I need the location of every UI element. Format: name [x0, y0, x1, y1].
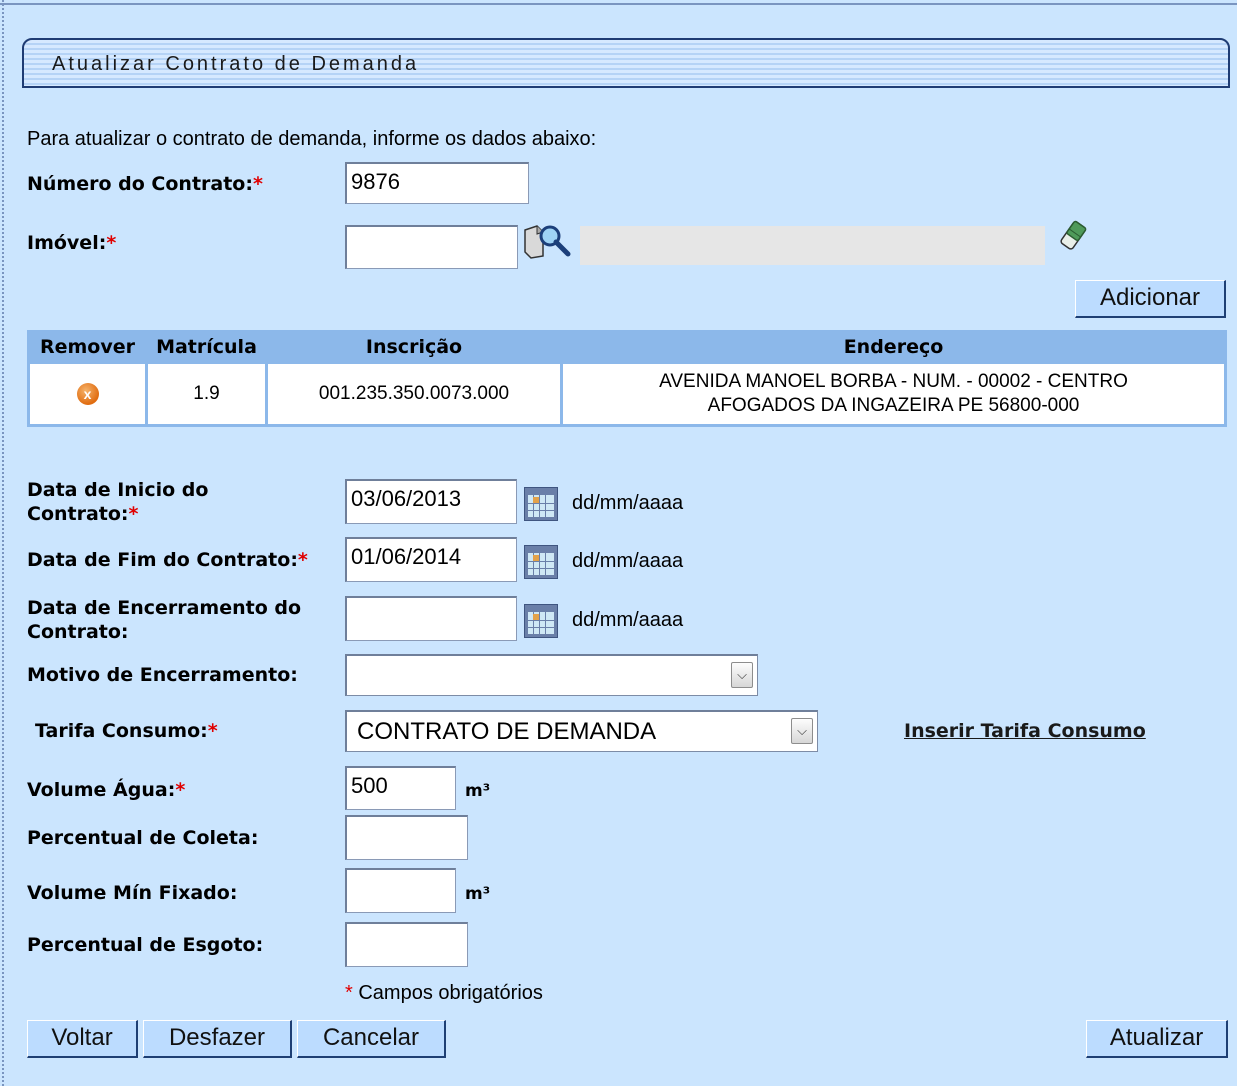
percentual-esgoto-input[interactable] [345, 922, 468, 967]
header-inscricao: Inscrição [268, 333, 560, 361]
tarifa-consumo-label: Tarifa Consumo:* [35, 720, 218, 742]
numero-contrato-label: Número do Contrato:* [27, 173, 263, 195]
motivo-encerramento-select[interactable]: ⌵ [345, 654, 758, 696]
header-matricula: Matrícula [148, 333, 265, 361]
imoveis-table: Remover Matrícula Inscrição Endereço x 1… [27, 330, 1227, 427]
percentual-coleta-input[interactable] [345, 815, 468, 860]
search-icon[interactable] [523, 222, 573, 262]
volume-agua-label: Volume Água:* [27, 779, 186, 801]
inserir-tarifa-link[interactable]: Inserir Tarifa Consumo [904, 720, 1146, 742]
remove-icon[interactable]: x [76, 383, 99, 405]
data-inicio-label: Data de Inicio do Contrato:* [27, 479, 209, 525]
percentual-esgoto-label: Percentual de Esgoto: [27, 934, 264, 956]
calendar-icon[interactable] [524, 545, 558, 579]
header-endereco: Endereço [563, 333, 1224, 361]
desfazer-button[interactable]: Desfazer [143, 1020, 292, 1058]
inscricao-cell: 001.235.350.0073.000 [268, 364, 560, 424]
data-encerramento-hint: dd/mm/aaaa [572, 609, 684, 631]
calendar-icon[interactable] [524, 604, 558, 638]
atualizar-button[interactable]: Atualizar [1086, 1020, 1228, 1058]
table-row: x 1.9 001.235.350.0073.000 AVENIDA MANOE… [30, 364, 1224, 424]
eraser-icon[interactable] [1055, 215, 1093, 257]
data-encerramento-label: Data de Encerramento do Contrato: [27, 597, 302, 643]
endereco-line1: AVENIDA MANOEL BORBA - NUM. - 00002 - CE… [659, 371, 1128, 392]
data-fim-hint: dd/mm/aaaa [572, 550, 684, 572]
remove-cell: x [30, 364, 145, 424]
percentual-coleta-label: Percentual de Coleta: [27, 827, 259, 849]
volume-min-label: Volume Mín Fixado: [27, 882, 238, 904]
imovel-description-field [580, 226, 1045, 265]
endereco-cell: AVENIDA MANOEL BORBA - NUM. - 00002 - CE… [563, 364, 1224, 424]
data-inicio-hint: dd/mm/aaaa [572, 492, 684, 514]
frame-left-border [2, 0, 4, 1086]
data-encerramento-input[interactable] [345, 596, 517, 641]
numero-contrato-input[interactable]: 9876 [345, 162, 529, 204]
chevron-down-icon[interactable]: ⌵ [791, 718, 813, 744]
cancelar-button[interactable]: Cancelar [297, 1020, 446, 1058]
endereco-line2: AFOGADOS DA INGAZEIRA PE 56800-000 [707, 395, 1080, 416]
volume-agua-unit: m³ [465, 781, 491, 801]
tarifa-consumo-select[interactable]: CONTRATO DE DEMANDA ⌵ [345, 710, 818, 752]
required-fields-note: * Campos obrigatórios [345, 982, 543, 1004]
volume-min-input[interactable] [345, 868, 456, 913]
data-inicio-input[interactable]: 03/06/2013 [345, 479, 517, 524]
page-title-bar: Atualizar Contrato de Demanda [22, 38, 1230, 88]
frame-top-border [0, 3, 1237, 5]
voltar-button[interactable]: Voltar [27, 1020, 138, 1058]
motivo-encerramento-label: Motivo de Encerramento: [27, 664, 298, 686]
volume-min-unit: m³ [465, 884, 491, 904]
imovel-input[interactable] [345, 225, 518, 269]
add-button[interactable]: Adicionar [1075, 280, 1226, 318]
header-remover: Remover [30, 333, 145, 361]
imovel-label: Imóvel:* [27, 232, 117, 254]
matricula-cell: 1.9 [148, 364, 265, 424]
chevron-down-icon[interactable]: ⌵ [731, 662, 753, 688]
calendar-icon[interactable] [524, 487, 558, 521]
intro-text: Para atualizar o contrato de demanda, in… [27, 128, 597, 150]
volume-agua-input[interactable]: 500 [345, 766, 456, 810]
page-title: Atualizar Contrato de Demanda [52, 53, 420, 75]
data-fim-label: Data de Fim do Contrato:* [27, 549, 308, 571]
data-fim-input[interactable]: 01/06/2014 [345, 537, 517, 582]
